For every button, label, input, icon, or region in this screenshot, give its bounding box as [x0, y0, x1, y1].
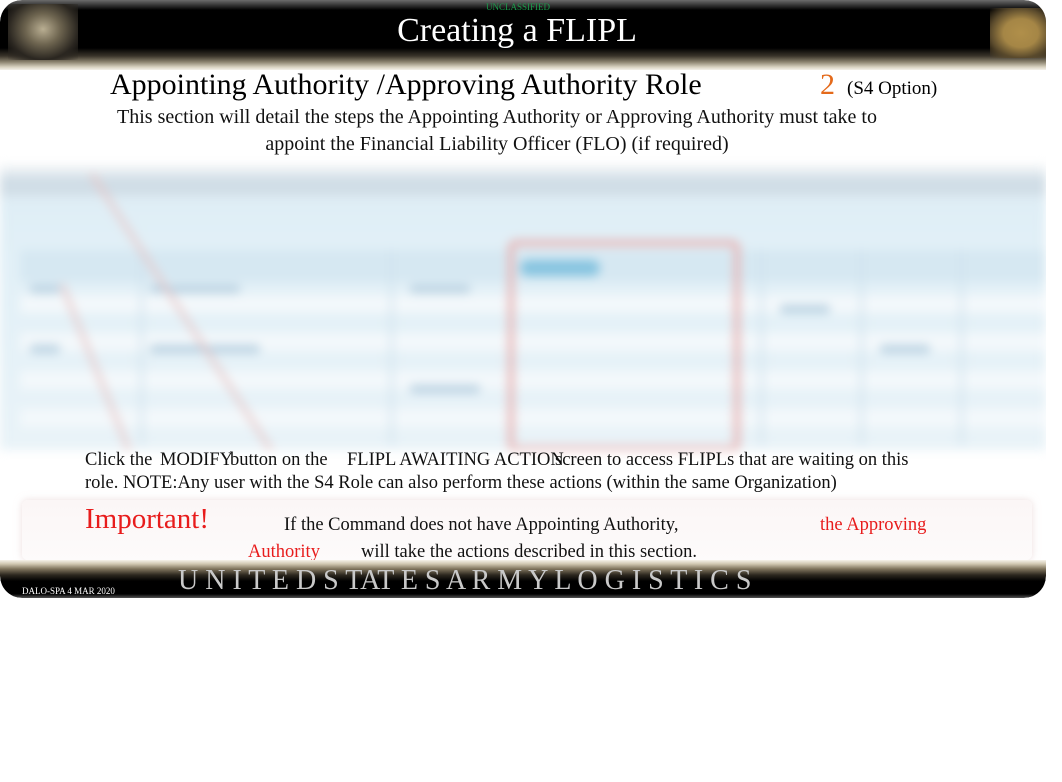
intro-line-1: This section will detail the steps the A…: [117, 106, 877, 128]
section-title: Appointing Authority /Approving Authorit…: [110, 68, 702, 101]
slide-title: Creating a FLIPL: [397, 12, 637, 49]
instructions: Click the MODIFY button on the FLIPL AWA…: [85, 449, 955, 495]
step-option: (S4 Option): [847, 78, 938, 99]
footer-date: DALO-SPA 4 MAR 2020: [22, 586, 115, 596]
important-label: Important!: [85, 503, 210, 535]
important-text: If the Command does not have Appointing …: [284, 515, 679, 535]
screenshot-col-divider: [860, 250, 863, 445]
screenshot-cell: [780, 305, 830, 313]
flipl-awaiting-action-label: FLIPL AWAITING ACTION: [347, 450, 564, 470]
screenshot-cell: [30, 345, 60, 353]
screenshot-header-band: [0, 177, 1046, 195]
step-number: 2: [820, 68, 835, 101]
header-bar: UNCLASSIFIED Creating a FLIPL: [0, 0, 1046, 70]
instruction-text: button on the: [230, 450, 328, 470]
screenshot-col-divider: [390, 250, 393, 445]
screenshot-cell: [410, 285, 470, 293]
footer-brand: U N I T E D S TAT E S A R M Y L O G I S …: [178, 565, 752, 596]
screenshot-cell: [880, 345, 930, 353]
intro-line-2: appoint the Financial Liability Officer …: [265, 133, 729, 155]
slide: UNCLASSIFIED Creating a FLIPL Appointing…: [0, 0, 1046, 598]
instruction-line-1: Click the MODIFY button on the FLIPL AWA…: [85, 449, 955, 472]
screenshot-modify-header: [520, 260, 600, 276]
screenshot-cell: [410, 385, 480, 393]
classification-label: UNCLASSIFIED: [485, 2, 550, 12]
instruction-text: Click the: [85, 450, 153, 470]
screenshot-col-divider: [760, 250, 763, 445]
modify-label: MODIFY: [160, 450, 233, 470]
instruction-text: screen to access FLIPLs that are waiting…: [555, 450, 909, 470]
section-intro: This section will detail the steps the A…: [22, 104, 972, 158]
important-highlight: the Approving: [820, 515, 927, 535]
screenshot-col-divider: [140, 250, 143, 445]
screenshot-col-divider: [960, 250, 963, 445]
instruction-line-2: role. NOTE:Any user with the S4 Role can…: [85, 473, 837, 493]
blurred-screenshot: [0, 165, 1046, 450]
screenshot-cell: [30, 285, 60, 293]
